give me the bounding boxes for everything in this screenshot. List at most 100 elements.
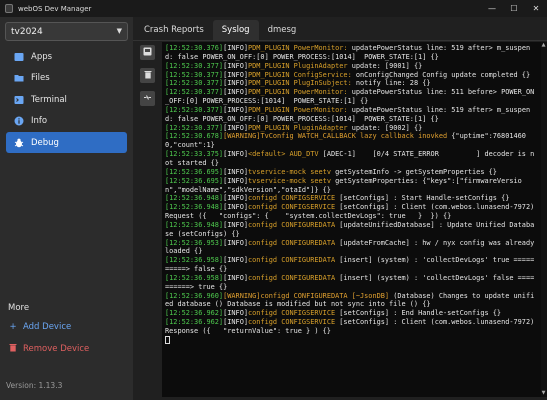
log-level: [INFO] bbox=[223, 318, 248, 327]
log-level: [WARNING] bbox=[223, 132, 261, 141]
clear-log-button[interactable] bbox=[140, 68, 155, 83]
log-line: [12:52:30.377][INFO]PDM_PLUGIN ConfigSer… bbox=[165, 71, 535, 80]
tab-syslog[interactable]: Syslog bbox=[212, 20, 259, 40]
log-message: notify line: 28 {} bbox=[351, 79, 431, 88]
device-select[interactable]: tv2024 ▼ bbox=[5, 22, 128, 41]
app-logo-icon bbox=[5, 4, 13, 13]
log-message: update: [9002] {} bbox=[347, 123, 423, 132]
remove-device-label: Remove Device bbox=[23, 344, 90, 354]
log-timestamp: [12:52:33.375] bbox=[165, 150, 224, 159]
log-level: [INFO] bbox=[223, 150, 248, 159]
log-timestamp: [12:52:30.377] bbox=[165, 79, 224, 88]
title-bar: webOS Dev Manager — ☐ ✕ bbox=[0, 0, 547, 17]
log-timestamp: [12:52:36.953] bbox=[165, 238, 224, 247]
log-timestamp: [12:52:36.960] bbox=[165, 291, 224, 300]
log-source: PDM_PLUGIN PowerMonitor: bbox=[248, 44, 348, 52]
scroll-down-icon[interactable]: ▼ bbox=[541, 391, 546, 396]
log-line: [12:52:30.678][WARNING]TvConfig WATCH_CA… bbox=[165, 132, 535, 150]
log-level: [INFO] bbox=[223, 70, 248, 79]
sidebar-item-debug[interactable]: Debug bbox=[6, 132, 127, 153]
log-source: configd CONFIGUREDATA bbox=[248, 273, 336, 282]
sidebar-item-info[interactable]: Info bbox=[6, 111, 127, 132]
log-line: [12:52:36.695][INFO]tvservice-mock seetv… bbox=[165, 168, 535, 177]
log-timestamp: [12:52:30.377] bbox=[165, 105, 224, 114]
log-line: [12:52:36.962][INFO]configd CONFIGSERVIC… bbox=[165, 318, 535, 336]
log-line: [12:52:36.958][INFO]configd CONFIGUREDAT… bbox=[165, 256, 535, 274]
sidebar-item-files[interactable]: Files bbox=[6, 68, 127, 89]
scroll-up-icon[interactable]: ▲ bbox=[541, 43, 546, 48]
log-line: [12:52:30.377][INFO]PDM_PLUGIN PluginAda… bbox=[165, 62, 535, 71]
close-button[interactable]: ✕ bbox=[525, 0, 547, 17]
log-line: [12:52:36.960][WARNING]configd CONFIGURE… bbox=[165, 292, 535, 310]
log-timestamp: [12:52:36.958] bbox=[165, 273, 224, 282]
log-level: [INFO] bbox=[223, 309, 248, 318]
log-toolbar bbox=[140, 45, 156, 114]
sidebar-item-label: Info bbox=[31, 116, 48, 126]
log-source: configd CONFIGSERVICE bbox=[248, 194, 336, 203]
app-version: Version: 1.13.3 bbox=[6, 381, 63, 390]
terminal-scrollbar[interactable]: ▲ ▼ bbox=[541, 42, 547, 397]
log-level: [INFO] bbox=[223, 220, 248, 229]
add-device-button[interactable]: + Add Device bbox=[8, 322, 71, 332]
tab-divider bbox=[133, 40, 547, 41]
log-line: [12:52:36.953][INFO]configd CONFIGUREDAT… bbox=[165, 239, 535, 257]
chevron-down-icon: ▼ bbox=[116, 27, 122, 35]
sidebar-item-label: Debug bbox=[31, 137, 59, 148]
bug-icon bbox=[14, 138, 24, 148]
log-source: tvservice-mock seetv bbox=[248, 167, 331, 176]
log-source: PDM_PLUGIN PluginAdapter bbox=[248, 61, 348, 70]
trash-icon bbox=[144, 70, 152, 81]
log-source: configd CONFIGUREDATA bbox=[248, 220, 336, 229]
sidebar-item-label: Files bbox=[31, 73, 50, 83]
sidebar-item-terminal[interactable]: Terminal bbox=[6, 89, 127, 110]
log-timestamp: [12:52:36.962] bbox=[165, 309, 224, 318]
log-source: configd CONFIGSERVICE bbox=[248, 318, 336, 327]
log-line: [12:52:36.948][INFO]configd CONFIGSERVIC… bbox=[165, 194, 535, 203]
log-message: [setConfigs] : End Handle-setConfigs {} bbox=[335, 309, 502, 318]
log-message: update: [9001] {} bbox=[347, 61, 423, 70]
log-source: TvConfig WATCH_CALLBACK lazy callback in… bbox=[260, 132, 448, 141]
tab-crash-reports[interactable]: Crash Reports bbox=[135, 20, 213, 40]
log-line: [12:52:36.958][INFO]configd CONFIGUREDAT… bbox=[165, 274, 535, 292]
log-timestamp: [12:52:30.377] bbox=[165, 123, 224, 132]
log-source: configd CONFIGSERVICE bbox=[248, 309, 336, 318]
maximize-button[interactable]: ☐ bbox=[503, 0, 525, 17]
syslog-terminal[interactable]: [12:52:30.376][INFO]PDM_PLUGIN PowerMoni… bbox=[162, 42, 547, 397]
log-level: [INFO] bbox=[223, 44, 248, 52]
more-heading: More bbox=[8, 303, 30, 313]
sidebar-item-apps[interactable]: Apps bbox=[6, 46, 127, 67]
trash-icon bbox=[8, 343, 18, 355]
tab-dmesg[interactable]: dmesg bbox=[259, 20, 306, 40]
info-icon bbox=[14, 116, 24, 126]
copy-icon bbox=[143, 47, 152, 58]
log-timestamp: [12:52:30.678] bbox=[165, 132, 224, 141]
log-level: [INFO] bbox=[223, 105, 248, 114]
log-line: [12:52:36.948][INFO]configd CONFIGUREDAT… bbox=[165, 221, 535, 239]
log-timestamp: [12:52:30.377] bbox=[165, 88, 224, 97]
add-device-label: Add Device bbox=[23, 322, 72, 332]
sidebar: tv2024 ▼ Apps Files Terminal Info Debug … bbox=[0, 17, 133, 400]
copy-log-button[interactable] bbox=[140, 45, 155, 60]
log-level: [INFO] bbox=[223, 79, 248, 88]
log-line: [12:52:30.376][INFO]PDM_PLUGIN PowerMoni… bbox=[165, 44, 535, 62]
log-level: [INFO] bbox=[223, 203, 248, 212]
log-source: PDM_PLUGIN PlugInSubject: bbox=[248, 79, 352, 88]
log-source: PDM_PLUGIN PowerMonitor: bbox=[248, 105, 348, 114]
log-source: PDM_PLUGIN PluginAdapter bbox=[248, 123, 348, 132]
log-source: configd CONFIGUREDATA [~JsonDB] bbox=[260, 291, 390, 300]
log-level: [INFO] bbox=[223, 256, 248, 265]
log-level: [INFO] bbox=[223, 238, 248, 247]
terminal-icon bbox=[14, 95, 24, 105]
sidebar-item-label: Apps bbox=[31, 51, 53, 62]
log-level: [INFO] bbox=[223, 176, 248, 185]
sidebar-nav: Apps Files Terminal Info Debug bbox=[6, 46, 127, 154]
minimize-button[interactable]: — bbox=[481, 0, 503, 17]
log-timestamp: [12:52:36.948] bbox=[165, 220, 224, 229]
tab-bar: Crash Reports Syslog dmesg bbox=[135, 20, 305, 40]
log-source: PDM_PLUGIN PowerMonitor: bbox=[248, 88, 348, 97]
log-line: [12:52:36.962][INFO]configd CONFIGSERVIC… bbox=[165, 309, 535, 318]
log-level: [INFO] bbox=[223, 167, 248, 176]
remove-device-button[interactable]: Remove Device bbox=[8, 343, 89, 355]
disconnect-button[interactable] bbox=[140, 91, 155, 106]
unlink-icon bbox=[143, 93, 152, 104]
